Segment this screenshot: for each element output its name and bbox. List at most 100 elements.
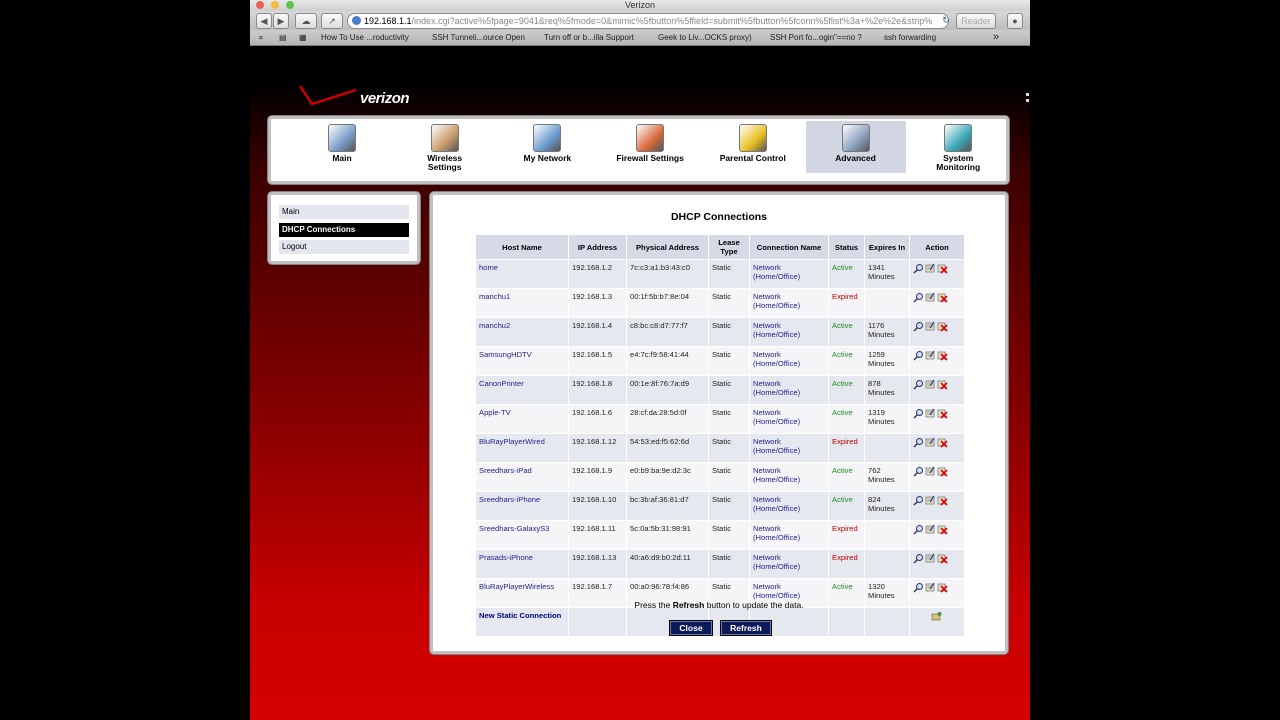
top-sites-icon[interactable]: ▦ <box>299 30 307 45</box>
connection-name-cell[interactable]: Network (Home/Office) <box>749 346 829 376</box>
delete-icon[interactable] <box>937 524 948 535</box>
details-magnifier-icon[interactable] <box>913 263 924 274</box>
nav-main[interactable]: Main <box>292 121 392 173</box>
details-magnifier-icon[interactable] <box>913 292 924 303</box>
nav-system-monitoring[interactable]: System Monitoring <box>908 121 1008 173</box>
share-button[interactable]: ↗ <box>321 13 343 29</box>
host-name-cell[interactable]: manchu1 <box>476 288 569 318</box>
bookmark-item[interactable]: SSH Tunneli...ource Open <box>432 30 525 45</box>
zoom-window-icon[interactable] <box>286 1 294 9</box>
host-name-cell[interactable]: Sreedhars-iPhone <box>476 491 569 521</box>
title-bar: Verizon <box>250 0 1030 11</box>
nav-advanced[interactable]: Advanced <box>805 121 906 173</box>
edit-icon[interactable] <box>925 263 936 274</box>
connection-name-cell[interactable]: Network (Home/Office) <box>749 375 829 405</box>
delete-icon[interactable] <box>937 321 948 332</box>
edit-icon[interactable] <box>925 292 936 303</box>
delete-icon[interactable] <box>937 350 948 361</box>
details-magnifier-icon[interactable] <box>913 524 924 535</box>
bookmark-item[interactable]: How To Use ...roductivity <box>321 30 409 45</box>
nav-firewall-settings[interactable]: Firewall Settings <box>600 121 700 173</box>
delete-icon[interactable] <box>937 582 948 593</box>
edit-icon[interactable] <box>925 582 936 593</box>
table-row: CanonPrinter 192.168.1.8 00:1e:8f:76:7a:d9… <box>476 375 964 405</box>
delete-icon[interactable] <box>937 292 948 303</box>
connection-name-cell[interactable]: Network (Home/Office) <box>749 288 829 318</box>
delete-icon[interactable] <box>937 408 948 419</box>
refresh-button[interactable]: Refresh <box>720 620 772 636</box>
connection-name-cell[interactable]: Network (Home/Office) <box>749 259 829 289</box>
sidebar-item-main[interactable]: Main <box>279 205 409 219</box>
sidebar-item-dhcp-connections[interactable]: DHCP Connections <box>279 223 409 237</box>
icloud-tabs-button[interactable]: ☁ <box>295 13 317 29</box>
close-window-icon[interactable] <box>256 1 264 9</box>
details-magnifier-icon[interactable] <box>913 379 924 390</box>
delete-icon[interactable] <box>937 553 948 564</box>
connection-name-cell[interactable]: Network (Home/Office) <box>749 317 829 347</box>
forward-button[interactable]: ▶ <box>273 13 289 29</box>
more-bookmarks-icon[interactable]: » <box>993 30 999 45</box>
edit-icon[interactable] <box>925 466 936 477</box>
reload-icon[interactable]: ↻ <box>940 13 952 27</box>
nav-wireless-settings[interactable]: Wireless Settings <box>395 121 495 173</box>
bookmark-item[interactable]: ssh forwarding <box>884 30 936 45</box>
bookmark-item[interactable]: Turn off or b...illa Support <box>544 30 634 45</box>
delete-icon[interactable] <box>937 263 948 274</box>
details-magnifier-icon[interactable] <box>913 553 924 564</box>
downloads-icon[interactable]: ● <box>1007 13 1023 29</box>
details-magnifier-icon[interactable] <box>913 466 924 477</box>
edit-icon[interactable] <box>925 408 936 419</box>
physical-address-cell: 54:53:ed:f5:62:6d <box>626 433 709 463</box>
host-name-cell[interactable]: CanonPrinter <box>476 375 569 405</box>
connection-name-cell[interactable]: Network (Home/Office) <box>749 520 829 550</box>
back-button[interactable]: ◀ <box>256 13 272 29</box>
right-edge-strip <box>1026 85 1030 115</box>
edit-icon[interactable] <box>925 553 936 564</box>
host-name-cell[interactable]: SamsungHDTV <box>476 346 569 376</box>
book-icon[interactable]: ▤ <box>279 30 287 45</box>
sidebar-toggle-icon[interactable]: ∝ <box>258 30 264 45</box>
connection-name-cell[interactable]: Network (Home/Office) <box>749 491 829 521</box>
details-magnifier-icon[interactable] <box>913 350 924 361</box>
connection-name-cell[interactable]: Network (Home/Office) <box>749 433 829 463</box>
close-button[interactable]: Close <box>669 620 713 636</box>
add-connection-icon[interactable] <box>931 611 942 622</box>
router-page: verizon Main Wireless Settings My Network F… <box>250 46 1030 720</box>
host-name-cell[interactable]: Sreedhars-GalaxyS3 <box>476 520 569 550</box>
host-name-cell[interactable]: home <box>476 259 569 289</box>
edit-icon[interactable] <box>925 350 936 361</box>
details-magnifier-icon[interactable] <box>913 437 924 448</box>
connection-name-cell[interactable]: Network (Home/Office) <box>749 462 829 492</box>
edit-icon[interactable] <box>925 379 936 390</box>
details-magnifier-icon[interactable] <box>913 582 924 593</box>
details-magnifier-icon[interactable] <box>913 408 924 419</box>
reader-button[interactable]: Reader <box>956 13 996 29</box>
delete-icon[interactable] <box>937 437 948 448</box>
host-name-cell[interactable]: Sreedhars-iPad <box>476 462 569 492</box>
host-name-cell[interactable]: BluRayPlayerWired <box>476 433 569 463</box>
edit-icon[interactable] <box>925 437 936 448</box>
status-cell: Active <box>828 259 865 289</box>
delete-icon[interactable] <box>937 495 948 506</box>
edit-icon[interactable] <box>925 495 936 506</box>
sidebar-item-logout[interactable]: Logout <box>279 240 409 254</box>
host-name-cell[interactable]: Apple-TV <box>476 404 569 434</box>
details-magnifier-icon[interactable] <box>913 321 924 332</box>
delete-icon[interactable] <box>937 379 948 390</box>
host-name-cell[interactable]: Prasads-iPhone <box>476 549 569 579</box>
edit-icon[interactable] <box>925 524 936 535</box>
nav-my-network[interactable]: My Network <box>497 121 597 173</box>
connection-name-cell[interactable]: Network (Home/Office) <box>749 404 829 434</box>
nav-parental-control[interactable]: Parental Control <box>703 121 803 173</box>
bookmark-item[interactable]: Geek to Liv...OCKS proxy) <box>658 30 752 45</box>
new-static-connection-link[interactable]: New Static Connection <box>476 607 569 636</box>
host-name-cell[interactable]: manchu2 <box>476 317 569 347</box>
delete-icon[interactable] <box>937 466 948 477</box>
details-magnifier-icon[interactable] <box>913 495 924 506</box>
connection-name-cell[interactable]: Network (Home/Office) <box>749 549 829 579</box>
address-bar[interactable]: 192.168.1.1/index.cgi?active%5fpage=9041… <box>347 13 949 29</box>
edit-icon[interactable] <box>925 321 936 332</box>
bookmark-item[interactable]: SSH Port fo...ogin"==no ? <box>770 30 862 45</box>
minimize-window-icon[interactable] <box>271 1 279 9</box>
lease-type-cell: Static <box>708 259 750 289</box>
